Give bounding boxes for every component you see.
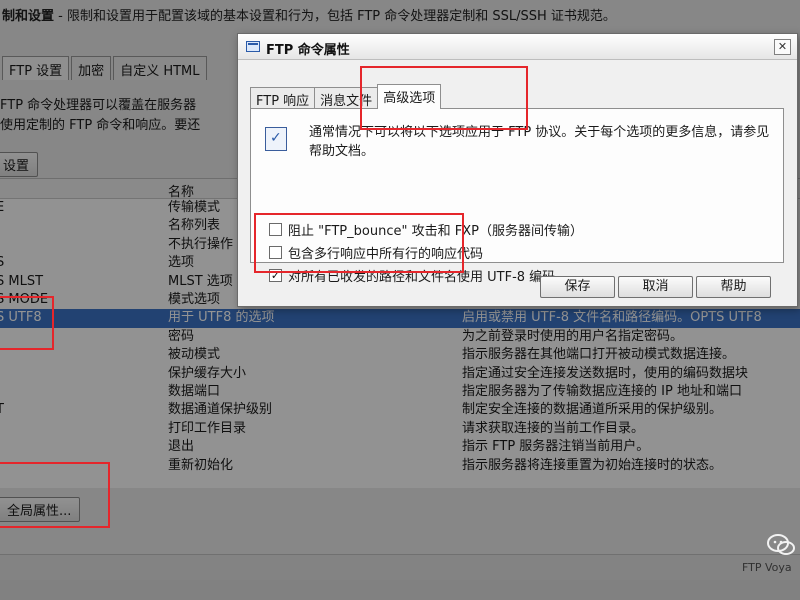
close-icon: ✕ (777, 40, 788, 53)
wechat-icon-graphic (767, 534, 795, 555)
tab-advanced-options[interactable]: 高级选项 (377, 84, 442, 109)
tab-ftp-response[interactable]: FTP 响应 (250, 87, 316, 109)
annotation-box-utf8-option (254, 213, 464, 273)
annotation-box-utf8-row (0, 296, 54, 350)
save-button[interactable]: 保存 (540, 276, 615, 298)
annotation-box-global-button (0, 462, 110, 528)
cancel-button[interactable]: 取消 (618, 276, 693, 298)
dialog-title: FTP 命令属性 (266, 43, 350, 58)
wechat-icon (766, 532, 800, 560)
help-button[interactable]: 帮助 (696, 276, 771, 298)
dialog-titlebar[interactable]: FTP 命令属性 ✕ (238, 34, 797, 60)
dialog-tab-strip: FTP 响应 消息文件 高级选项 (250, 84, 442, 109)
info-icon (265, 127, 287, 151)
close-button[interactable]: ✕ (774, 39, 791, 55)
window-icon (246, 41, 260, 52)
